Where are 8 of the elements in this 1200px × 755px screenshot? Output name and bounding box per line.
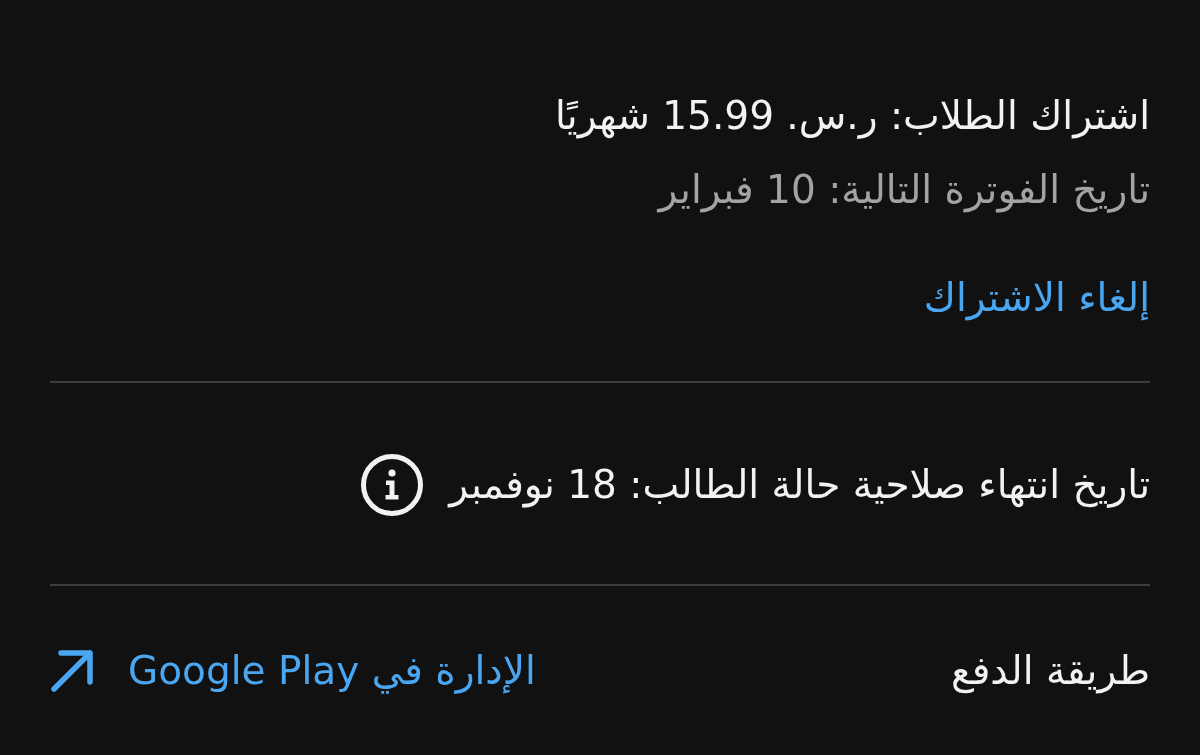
payment-method-label: طريقة الدفع: [950, 647, 1150, 696]
student-status-expiry: تاريخ انتهاء صلاحية حالة الطالب: 18 نوفمبر: [449, 461, 1150, 510]
cancel-subscription-link[interactable]: إلغاء الاشتراك: [923, 272, 1150, 324]
info-icon[interactable]: [361, 454, 424, 516]
manage-in-store-link[interactable]: الإدارة في Google Play: [50, 645, 536, 697]
next-billing-date: تاريخ الفوترة التالية: 10 فبراير: [658, 166, 1150, 215]
plan-price: اشتراك الطلاب: ر.س. 15.99 شهريًا: [555, 92, 1150, 141]
arrow-up-right-icon: [50, 649, 94, 693]
